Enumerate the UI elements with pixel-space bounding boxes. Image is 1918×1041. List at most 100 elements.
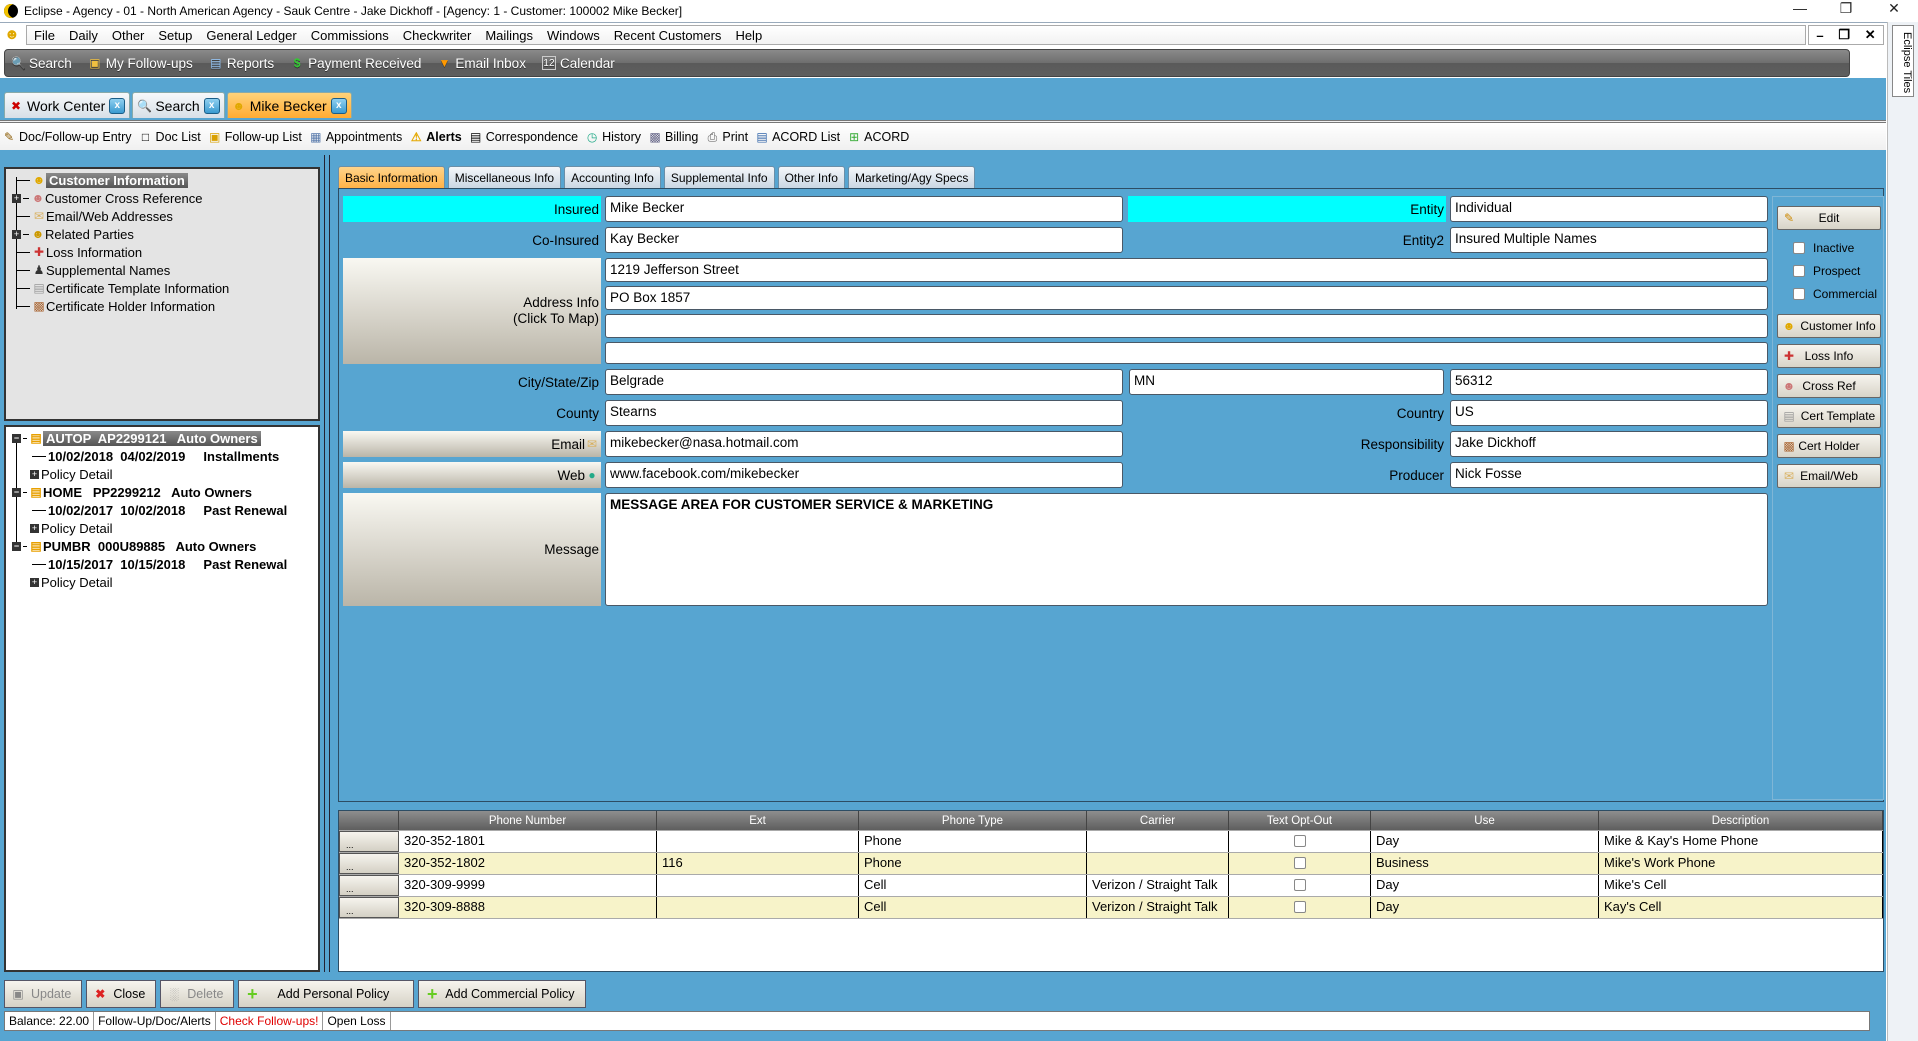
table-row[interactable]: ... 320-309-9999 Cell Verizon / Straight Ta… <box>339 875 1883 897</box>
text-opt-out-checkbox[interactable] <box>1293 857 1306 869</box>
commercial-checkbox[interactable]: Commercial <box>1793 287 1877 301</box>
toolbar-calendar-button[interactable]: 12 Calendar <box>536 56 625 71</box>
expand-icon[interactable]: + <box>30 469 39 479</box>
tab-search[interactable]: 🔍 Search x <box>132 92 225 118</box>
toolbar-reports-button[interactable]: ▤ Reports <box>203 56 284 71</box>
tree-item-loss-information[interactable]: ✚ Loss Information <box>16 243 142 261</box>
menu-general-ledger[interactable]: General Ledger <box>199 28 303 43</box>
menu-recent-customers[interactable]: Recent Customers <box>607 28 729 43</box>
coinsured-field[interactable]: Kay Becker <box>605 227 1123 253</box>
prospect-checkbox[interactable]: Prospect <box>1793 264 1860 278</box>
status-check-followups[interactable]: Check Follow-ups! <box>216 1012 324 1030</box>
entity-field[interactable]: Individual <box>1450 196 1768 222</box>
address-line-3-field[interactable] <box>605 314 1768 338</box>
minimize-button[interactable]: — <box>1780 0 1820 16</box>
text-opt-out-cell[interactable] <box>1229 831 1371 852</box>
policy-item[interactable]: − ▤ HOME PP2299212 Auto Owners <box>12 483 252 501</box>
col-header-ext[interactable]: Ext <box>657 811 859 830</box>
row-button[interactable]: ... <box>339 897 399 918</box>
status-followup-doc-alerts[interactable]: Follow-Up/Doc/Alerts <box>94 1012 216 1030</box>
alerts-button[interactable]: ⚠ Alerts <box>409 130 468 144</box>
acord-button[interactable]: ⊞ ACORD <box>847 130 916 144</box>
collapse-icon[interactable]: − <box>12 433 21 443</box>
expand-icon[interactable]: + <box>12 229 21 239</box>
entity2-field[interactable]: Insured Multiple Names <box>1450 227 1768 253</box>
collapse-icon[interactable]: − <box>12 541 21 551</box>
acord-list-button[interactable]: ▤ ACORD List <box>755 130 847 144</box>
close-tab-icon[interactable]: x <box>109 97 126 114</box>
menu-other[interactable]: Other <box>105 28 152 43</box>
email-field[interactable]: mikebecker@nasa.hotmail.com <box>605 431 1123 457</box>
menu-checkwriter[interactable]: Checkwriter <box>396 28 479 43</box>
policy-term[interactable]: 10/02/2017 10/02/2018 Past Renewal <box>32 501 287 519</box>
col-header-description[interactable]: Description <box>1599 811 1883 830</box>
text-opt-out-checkbox[interactable] <box>1293 901 1306 913</box>
col-header-phone-type[interactable]: Phone Type <box>859 811 1087 830</box>
checkbox-box[interactable] <box>1793 288 1805 300</box>
menu-daily[interactable]: Daily <box>62 28 105 43</box>
loss-info-button[interactable]: ✚ Loss Info <box>1777 344 1881 368</box>
web-label[interactable]: Web ● <box>343 462 601 488</box>
checkbox-box[interactable] <box>1793 265 1805 277</box>
doc-list-button[interactable]: □ Doc List <box>139 130 208 144</box>
address-info-label[interactable]: Address Info (Click To Map) <box>343 258 601 364</box>
followup-list-button[interactable]: ▣ Follow-up List <box>208 130 309 144</box>
expand-icon[interactable]: + <box>12 193 21 203</box>
delete-button[interactable]: ░ Delete <box>160 980 235 1008</box>
city-field[interactable]: Belgrade <box>605 369 1123 395</box>
update-button[interactable]: ▣ Update <box>4 980 83 1008</box>
address-line-4-field[interactable] <box>605 342 1768 364</box>
tab-marketing-agy-specs[interactable]: Marketing/Agy Specs <box>847 166 976 188</box>
responsibility-field[interactable]: Jake Dickhoff <box>1450 431 1768 457</box>
row-button[interactable]: ... <box>339 831 399 852</box>
policy-detail[interactable]: + Policy Detail <box>30 519 113 537</box>
expand-icon[interactable]: + <box>30 577 39 587</box>
menu-commissions[interactable]: Commissions <box>304 28 396 43</box>
billing-button[interactable]: ▩ Billing <box>648 130 705 144</box>
appointments-button[interactable]: ▦ Appointments <box>309 130 409 144</box>
text-opt-out-cell[interactable] <box>1229 853 1371 874</box>
mdi-minimize-button[interactable]: – <box>1816 28 1823 43</box>
tab-miscellaneous-info[interactable]: Miscellaneous Info <box>447 166 562 188</box>
insured-field[interactable]: Mike Becker <box>605 196 1123 222</box>
col-header-use[interactable]: Use <box>1371 811 1599 830</box>
policy-detail[interactable]: + Policy Detail <box>30 465 113 483</box>
eclipse-tiles-button[interactable]: Eclipse Tiles <box>1892 25 1914 97</box>
tree-item-email-web[interactable]: ✉ Email/Web Addresses <box>16 207 173 225</box>
cert-holder-button[interactable]: ▩ Cert Holder <box>1777 434 1881 458</box>
print-button[interactable]: ⎙ Print <box>705 130 755 144</box>
county-field[interactable]: Stearns <box>605 400 1123 426</box>
collapse-icon[interactable]: − <box>12 487 21 497</box>
col-header-phone-number[interactable]: Phone Number <box>399 811 657 830</box>
tab-mike-becker[interactable]: ☻ Mike Becker x <box>226 92 352 118</box>
close-button[interactable]: ✖ Close <box>86 980 157 1008</box>
policy-term[interactable]: 10/02/2018 04/02/2019 Installments <box>32 447 279 465</box>
policy-item[interactable]: − ▤ PUMBR 000U89885 Auto Owners <box>12 537 256 555</box>
tab-other-info[interactable]: Other Info <box>777 166 845 188</box>
toolbar-email-inbox-button[interactable]: ▼ Email Inbox <box>431 56 536 71</box>
text-opt-out-cell[interactable] <box>1229 897 1371 918</box>
panel-splitter[interactable] <box>324 155 330 972</box>
table-row[interactable]: ... 320-352-1802 116 Phone Business Mike's Wo… <box>339 853 1883 875</box>
tab-accounting-info[interactable]: Accounting Info <box>564 166 661 188</box>
history-button[interactable]: ◷ History <box>585 130 648 144</box>
address-line-2-field[interactable]: PO Box 1857 <box>605 286 1768 310</box>
email-web-button[interactable]: ✉ Email/Web <box>1777 464 1881 488</box>
restore-button[interactable]: ❐ <box>1826 0 1866 17</box>
text-opt-out-cell[interactable] <box>1229 875 1371 896</box>
inactive-checkbox[interactable]: Inactive <box>1793 241 1854 255</box>
policy-item[interactable]: − ▤ AUTOP AP2299121 Auto Owners <box>12 429 261 447</box>
menu-windows[interactable]: Windows <box>540 28 607 43</box>
checkbox-box[interactable] <box>1793 242 1805 254</box>
policy-term[interactable]: 10/15/2017 10/15/2018 Past Renewal <box>32 555 287 573</box>
mdi-close-button[interactable]: ✕ <box>1865 27 1876 43</box>
menu-setup[interactable]: Setup <box>151 28 199 43</box>
state-field[interactable]: MN <box>1129 369 1444 395</box>
policy-detail[interactable]: + Policy Detail <box>30 573 113 591</box>
country-field[interactable]: US <box>1450 400 1768 426</box>
menu-help[interactable]: Help <box>728 28 769 43</box>
tree-item-supplemental-names[interactable]: ♟ Supplemental Names <box>16 261 170 279</box>
tab-supplemental-info[interactable]: Supplemental Info <box>663 166 775 188</box>
text-opt-out-checkbox[interactable] <box>1293 835 1306 847</box>
menu-file[interactable]: File <box>27 28 62 43</box>
